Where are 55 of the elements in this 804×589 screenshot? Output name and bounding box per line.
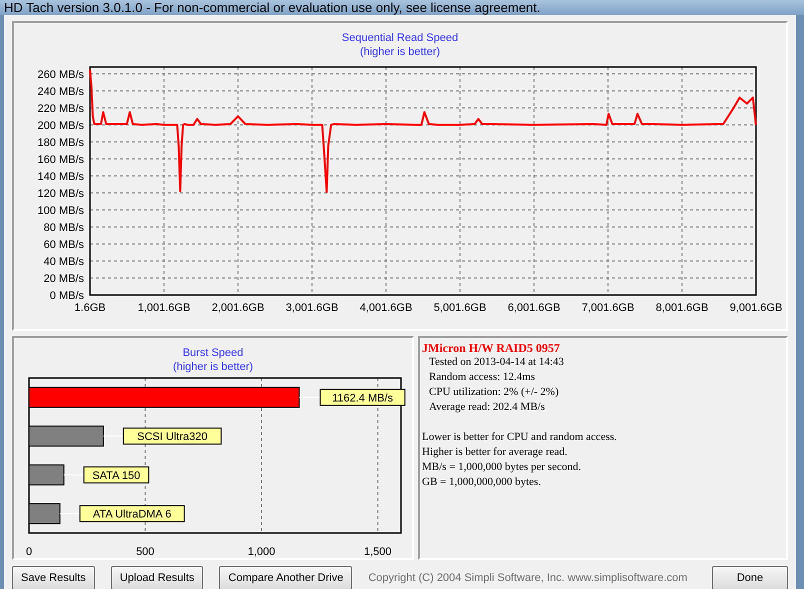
y-axis-label: 200 MB/s — [38, 120, 84, 132]
x-axis-label: 5,001.6GB — [434, 302, 486, 314]
y-axis-label: 140 MB/s — [38, 170, 84, 183]
result-line: Tested on 2013-04-14 at 14:43 — [428, 355, 565, 370]
note-line: Lower is better for CPU and random access. — [422, 430, 618, 445]
x-axis-label: 3,001.6GB — [286, 302, 338, 314]
action-button[interactable]: Upload Results — [110, 566, 204, 589]
y-axis-label: 180 MB/s — [38, 136, 84, 149]
action-button[interactable]: Save Results — [12, 566, 95, 589]
x-axis-label: 1,000 — [248, 546, 276, 558]
note-line: Higher is better for average read. — [422, 445, 568, 460]
y-axis-label: 260 MB/s — [38, 68, 84, 81]
y-axis-label: 60 MB/s — [44, 238, 84, 251]
x-axis-label: 2,001.6GB — [212, 302, 264, 314]
y-axis-label: 20 MB/s — [44, 272, 84, 285]
result-line: Average read: 202.4 MB/s — [428, 400, 546, 415]
chart-title: Burst Speed — [182, 346, 244, 360]
y-axis-label: 40 MB/s — [44, 256, 84, 268]
note-line: GB = 1,000,000,000 bytes. — [422, 475, 542, 490]
x-axis-label: 1,001.6GB — [138, 302, 190, 314]
result-line: CPU utilization: 2% (+/- 2%) — [428, 385, 560, 400]
action-button[interactable]: Compare Another Drive — [219, 566, 352, 589]
copyright-text: Copyright (C) 2004 Simpli Software, Inc. www.simplisoftware.com — [368, 572, 688, 584]
window-title: HD Tach version 3.0.1.0 - For non-commercial or evaluation use only, see license agreement. — [4, 0, 540, 15]
y-tick-label: 1162.4 MB/s — [332, 392, 394, 404]
y-tick-label: SCSI Ultra320 — [137, 431, 208, 444]
drive-name: JMicron H/W RAID5 0957 — [422, 341, 561, 355]
done-button[interactable]: Done — [712, 566, 788, 589]
x-axis-label: 9,001.6GB — [730, 302, 782, 314]
x-axis-label: 1.6GB — [74, 302, 106, 314]
y-axis-label: 120 MB/s — [38, 188, 84, 200]
bar-label: SATA 150 — [83, 466, 150, 484]
note-line: MB/s = 1,000,000 bytes per second. — [422, 460, 582, 475]
x-axis-label: 6,001.6GB — [508, 302, 560, 314]
chart-title: Sequential Read Speed — [342, 31, 458, 45]
chart-subtitle: (higher is better) — [172, 360, 254, 374]
y-tick-label: SATA 150 — [92, 470, 140, 482]
bar-label: SCSI Ultra320 — [122, 428, 222, 445]
y-tick-label: ATA UltraDMA 6 — [92, 508, 172, 521]
x-axis-label: 8,001.6GB — [656, 302, 708, 314]
bar-label: ATA UltraDMA 6 — [79, 505, 185, 522]
x-axis-label: 0 — [26, 546, 32, 558]
x-axis-label: 7,001.6GB — [582, 302, 634, 314]
x-axis-label: 4,001.6GB — [360, 302, 412, 314]
x-axis-label: 500 — [136, 546, 154, 558]
y-axis-label: 160 MB/s — [38, 154, 84, 166]
y-axis-label: 240 MB/s — [38, 86, 84, 98]
y-axis-label: 220 MB/s — [38, 102, 84, 115]
result-line: Random access: 12.4ms — [428, 370, 536, 385]
bar-label: 1162.4 MB/s — [320, 388, 406, 406]
x-axis-label: 1,500 — [364, 546, 392, 558]
y-axis-label: 0 MB/s — [50, 290, 84, 302]
chart-subtitle: (higher is better) — [360, 45, 440, 59]
y-axis-label: 80 MB/s — [44, 222, 84, 234]
y-axis-label: 100 MB/s — [38, 204, 84, 217]
